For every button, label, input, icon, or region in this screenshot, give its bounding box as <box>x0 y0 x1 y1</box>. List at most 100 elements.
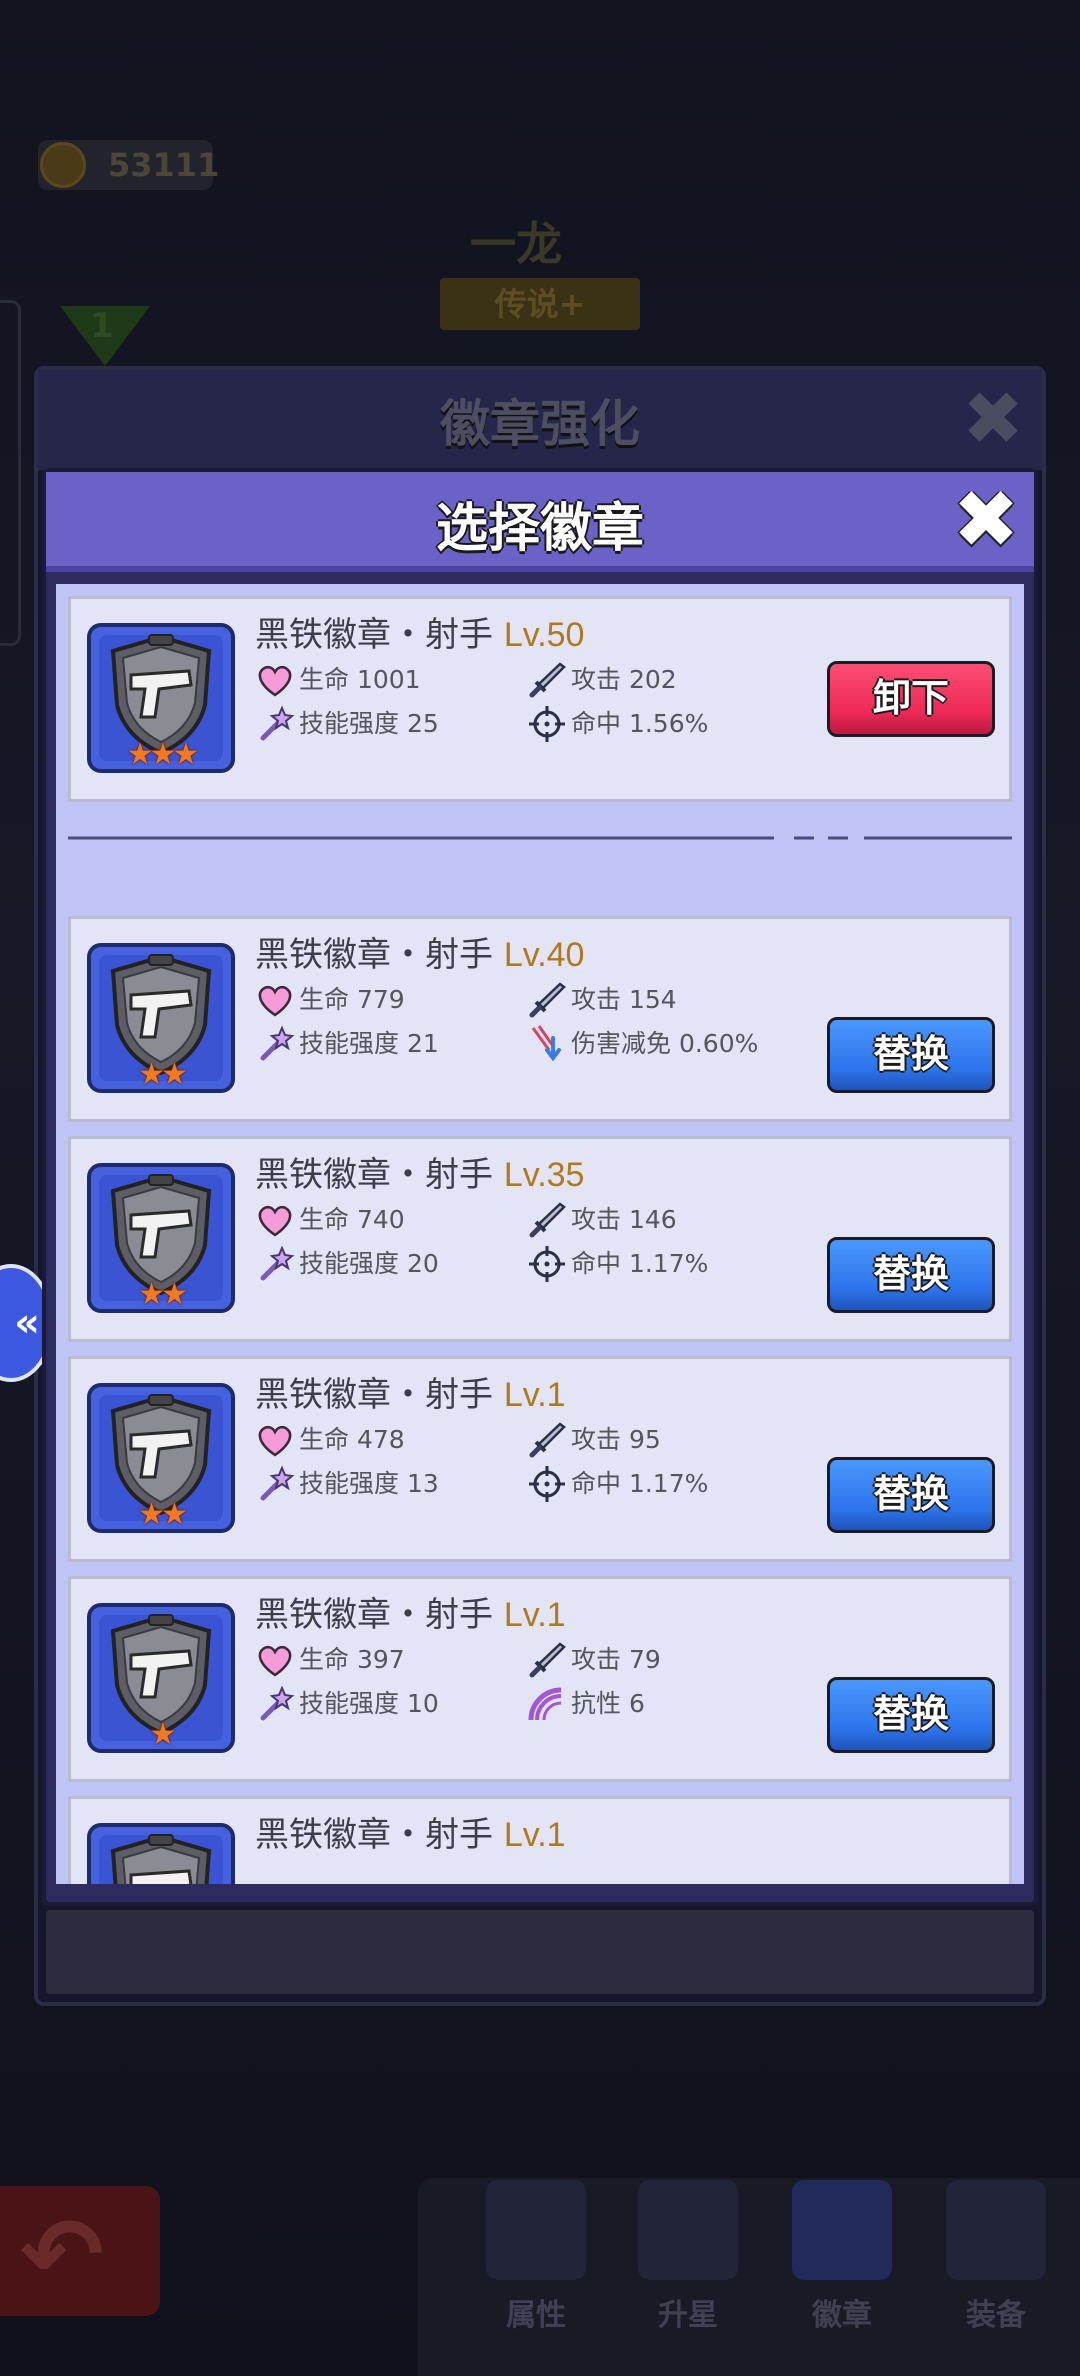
badge-title: 黑铁徽章・射手 <box>255 1815 504 1855</box>
stat-value: 抗性 6 <box>571 1689 645 1718</box>
badge-stat: 攻击 95 <box>527 1419 661 1459</box>
chevron-left-icon: « <box>14 1300 40 1346</box>
badge-card[interactable]: ★ 黑铁徽章・射手 Lv.1 生命 397 攻击 79 技能强度 10 抗性 6 替换 <box>68 1576 1012 1782</box>
left-edge-panel <box>0 300 21 646</box>
back-arrow-icon: ↶ <box>20 2196 104 2313</box>
star-rating: ★★ <box>138 1277 188 1312</box>
hero-name: 一龙 <box>470 217 562 271</box>
bullet-icon <box>946 2180 1046 2280</box>
badge-stat: 生命 779 <box>255 979 405 1019</box>
unequip-button[interactable]: 卸下 <box>827 661 995 737</box>
magic-wand-icon <box>255 1024 295 1064</box>
crosshair-icon <box>527 704 567 744</box>
heart-icon <box>255 1420 295 1460</box>
badge-stat: 技能强度 25 <box>255 703 439 743</box>
magic-wand-icon <box>255 704 295 744</box>
badge-name: 黑铁徽章・射手 Lv.1 <box>255 1367 566 1416</box>
badge-stat: 攻击 202 <box>527 659 677 699</box>
heart-icon <box>255 660 295 700</box>
badge-name: 黑铁徽章・射手 Lv.50 <box>255 607 584 656</box>
badge-title: 黑铁徽章・射手 <box>255 1595 504 1635</box>
badge-level: Lv.50 <box>503 616 585 654</box>
badge-title: 黑铁徽章・射手 <box>255 1375 504 1415</box>
stat-value: 命中 1.17% <box>571 1469 709 1498</box>
stat-value: 技能强度 21 <box>299 1029 439 1058</box>
equipped-divider <box>68 836 1012 840</box>
badge-card[interactable]: 黑铁徽章・射手 Lv.1 <box>68 1796 1012 1884</box>
close-icon[interactable]: ✖ <box>962 382 1024 456</box>
tab-label: 属性 <box>506 2298 566 2333</box>
stat-value: 技能强度 13 <box>299 1469 439 1498</box>
badge-title: 黑铁徽章・射手 <box>255 935 504 975</box>
replace-button[interactable]: 替换 <box>827 1237 995 1313</box>
coin-amount: 53111 <box>108 146 220 184</box>
badge-stat: 攻击 79 <box>527 1639 661 1679</box>
badge-card[interactable]: ★★★ 黑铁徽章・射手 Lv.50 生命 1001 攻击 202 技能强度 25 命中 1… <box>68 596 1012 802</box>
badge-stat: 攻击 154 <box>527 979 677 1019</box>
badge-name: 黑铁徽章・射手 Lv.40 <box>255 927 584 976</box>
sword-icon <box>527 1640 567 1680</box>
sword-icon <box>527 660 567 700</box>
stat-value: 命中 1.56% <box>571 709 709 738</box>
magic-wand-icon <box>255 1244 295 1284</box>
stat-value: 生命 397 <box>299 1645 405 1674</box>
tab-equipment[interactable]: 装备 <box>936 2180 1056 2333</box>
stat-value: 生命 779 <box>299 985 405 1014</box>
badge-stat: 技能强度 20 <box>255 1243 439 1283</box>
replace-button[interactable]: 替换 <box>827 1677 995 1753</box>
badge-card[interactable]: ★★ 黑铁徽章・射手 Lv.1 生命 478 攻击 95 技能强度 13 命中 1.17%… <box>68 1356 1012 1562</box>
tab-star-up[interactable]: 升星 <box>628 2180 748 2333</box>
badge-frame: ★ <box>87 1603 235 1753</box>
badge-frame: ★★ <box>87 1163 235 1313</box>
badge-stat: 技能强度 21 <box>255 1023 439 1063</box>
dialog-title: 选择徽章 <box>435 499 644 559</box>
badge-stat: 生命 478 <box>255 1419 405 1459</box>
badge-stat: 命中 1.17% <box>527 1243 708 1283</box>
shield-badge-icon <box>792 2180 892 2280</box>
badge-level: Lv.35 <box>503 1156 585 1194</box>
badge-list[interactable]: ★★★ 黑铁徽章・射手 Lv.50 生命 1001 攻击 202 技能强度 25 命中 1… <box>56 584 1024 1884</box>
magic-wand-icon <box>255 1684 295 1724</box>
badge-stat: 生命 740 <box>255 1199 405 1239</box>
hero-rank-badge: 传说+ <box>440 278 640 330</box>
replace-button[interactable]: 替换 <box>827 1457 995 1533</box>
badge-stat: 生命 397 <box>255 1639 405 1679</box>
sword-icon <box>527 980 567 1020</box>
crosshair-icon <box>527 1244 567 1284</box>
badge-card[interactable]: ★★ 黑铁徽章・射手 Lv.35 生命 740 攻击 146 技能强度 20 命中 1.1… <box>68 1136 1012 1342</box>
stat-value: 生命 1001 <box>299 665 421 694</box>
replace-button[interactable]: 替换 <box>827 1017 995 1093</box>
badge-level: Lv.1 <box>503 1376 566 1414</box>
badge-stat: 攻击 146 <box>527 1199 677 1239</box>
tab-label: 装备 <box>966 2298 1026 2333</box>
badge-title: 黑铁徽章・射手 <box>255 1155 504 1195</box>
star-rating: ★★ <box>138 1497 188 1532</box>
stat-value: 技能强度 10 <box>299 1689 439 1718</box>
star-rating: ★ <box>149 1717 177 1752</box>
badge-stat: 技能强度 10 <box>255 1683 439 1723</box>
resistance-icon <box>527 1684 567 1724</box>
stat-value: 攻击 146 <box>571 1205 677 1234</box>
tab-attributes[interactable]: 属性 <box>476 2180 596 2333</box>
badge-enhance-title: 徽章强化 <box>440 395 640 453</box>
badge-stat: 命中 1.17% <box>527 1463 708 1503</box>
damage-reduction-icon <box>527 1024 567 1064</box>
sword-icon <box>527 1420 567 1460</box>
sword-icon <box>486 2180 586 2280</box>
tab-label: 升星 <box>658 2298 718 2333</box>
magic-wand-icon <box>255 1464 295 1504</box>
tab-badges[interactable]: 徽章 <box>782 2180 902 2333</box>
star-rating: ★★ <box>138 1057 188 1092</box>
star-rating: ★★★ <box>126 737 200 772</box>
tab-label: 徽章 <box>812 2298 872 2333</box>
badge-stat: 抗性 6 <box>527 1683 645 1723</box>
heart-icon <box>255 1200 295 1240</box>
stat-value: 生命 740 <box>299 1205 405 1234</box>
badge-frame: ★★ <box>87 1383 235 1533</box>
badge-stat: 技能强度 13 <box>255 1463 439 1503</box>
badge-card[interactable]: ★★ 黑铁徽章・射手 Lv.40 生命 779 攻击 154 技能强度 21 伤害减免 0… <box>68 916 1012 1122</box>
close-icon[interactable]: ✖ <box>946 480 1026 560</box>
badge-enhance-footer <box>46 1910 1034 1994</box>
star-icon <box>638 2180 738 2280</box>
hero-level: 1 <box>90 306 114 346</box>
